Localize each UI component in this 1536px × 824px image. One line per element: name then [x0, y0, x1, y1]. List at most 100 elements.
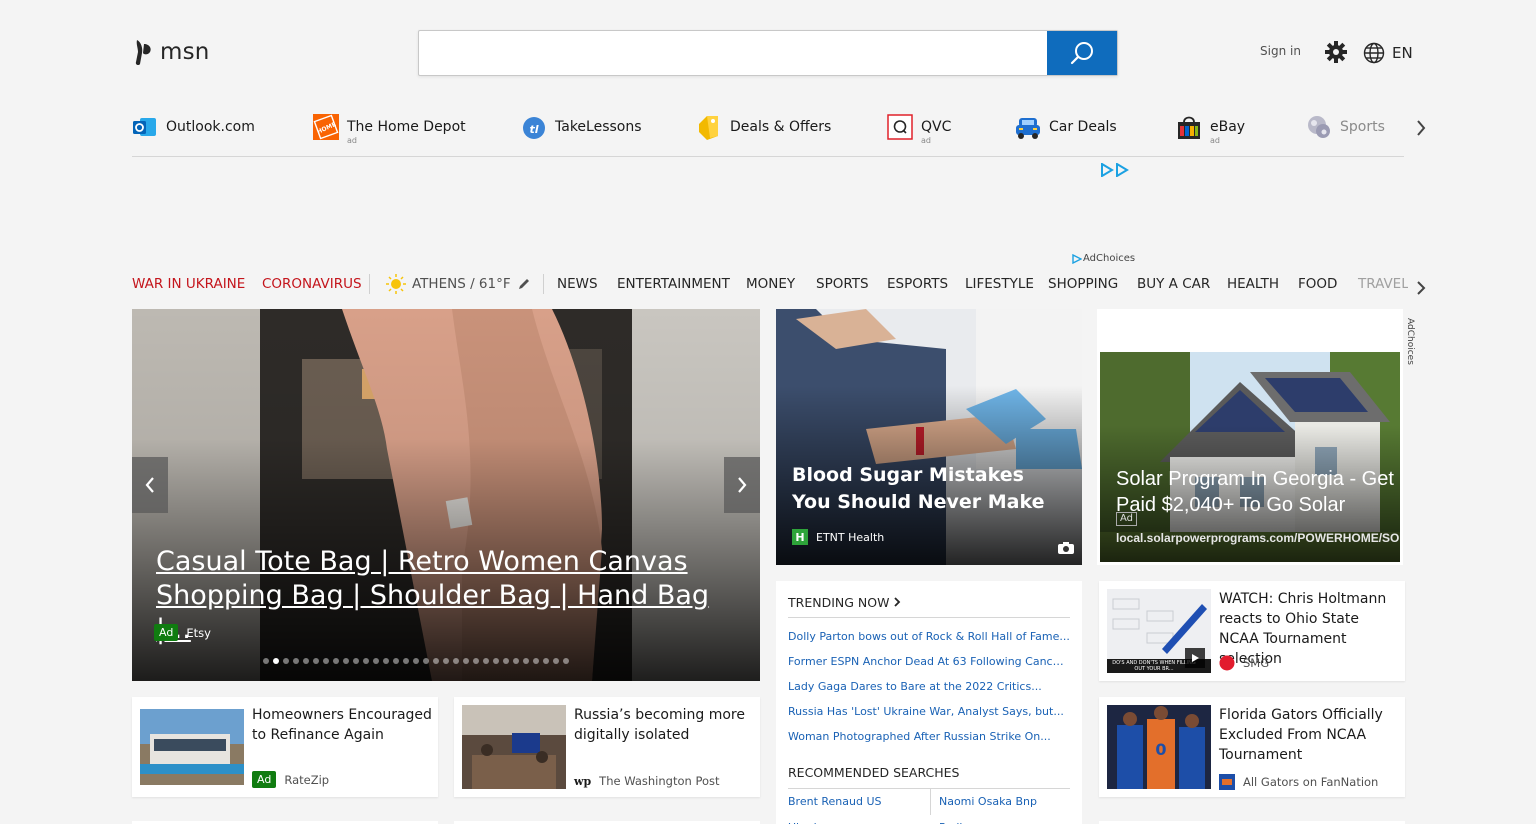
recommended-search-link[interactable]: Naomi Osaka Bnp Parib...	[931, 789, 1070, 824]
nav-shopping[interactable]: SHOPPING	[1048, 276, 1118, 292]
feature-card[interactable]: Blood Sugar Mistakes You Should Never Ma…	[776, 309, 1082, 565]
hero-carousel[interactable]: Casual Tote Bag | Retro Women Canvas Sho…	[132, 309, 760, 681]
quicklinks-next-button[interactable]	[1414, 117, 1428, 143]
nav-sports[interactable]: SPORTS	[816, 276, 869, 292]
carousel-dot[interactable]	[503, 658, 509, 664]
carousel-dot[interactable]	[443, 658, 449, 664]
msn-logo[interactable]: msn	[132, 38, 210, 66]
carousel-dot[interactable]	[413, 658, 419, 664]
article-card[interactable]: DO'S AND DON'TS WHEN FILLING OUT YOUR BR…	[1099, 581, 1405, 681]
ad-marker: ad	[1210, 136, 1220, 145]
carousel-dot[interactable]	[353, 658, 359, 664]
solar-ad-card[interactable]: Solar Program In Georgia - Get Paid $2,0…	[1097, 309, 1403, 565]
carousel-dot[interactable]	[543, 658, 549, 664]
carousel-next-button[interactable]	[724, 457, 760, 513]
nav-lifestyle[interactable]: LIFESTYLE	[965, 276, 1034, 292]
recommended-search-link[interactable]: Brent Renaud US Ukraine	[788, 789, 931, 824]
takelessons-icon: tl	[523, 117, 545, 139]
carousel-prev-button[interactable]	[132, 457, 168, 513]
trending-link[interactable]: Russia Has 'Lost' Ukraine War, Analyst S…	[788, 699, 1070, 724]
play-button[interactable]	[1185, 648, 1205, 668]
quicklink-ebay[interactable]: eBay ad	[1176, 114, 1245, 145]
article-card[interactable]: Russia’s becoming more digitally isolate…	[454, 697, 760, 797]
trending-link[interactable]: Former ESPN Anchor Dead At 63 Following …	[788, 649, 1070, 674]
quicklink-car-deals[interactable]: Car Deals	[1015, 114, 1117, 140]
carousel-dot[interactable]	[493, 658, 499, 664]
svg-text:0: 0	[1155, 740, 1166, 759]
pencil-icon[interactable]	[517, 277, 531, 291]
carousel-dot[interactable]	[523, 658, 529, 664]
sun-icon	[386, 274, 406, 294]
carousel-dot[interactable]	[453, 658, 459, 664]
carousel-dot[interactable]	[363, 658, 369, 664]
logo-text: msn	[160, 39, 210, 65]
feature-image	[776, 309, 1082, 565]
carousel-dot[interactable]	[473, 658, 479, 664]
carousel-dot[interactable]	[533, 658, 539, 664]
carousel-dot[interactable]	[283, 658, 289, 664]
search-input[interactable]	[419, 31, 1047, 75]
carousel-dot[interactable]	[393, 658, 399, 664]
nav-health[interactable]: HEALTH	[1227, 276, 1279, 292]
carousel-dot[interactable]	[313, 658, 319, 664]
carousel-dot[interactable]	[273, 658, 279, 664]
carousel-dot[interactable]	[563, 658, 569, 664]
ad-badge: Ad	[154, 624, 179, 641]
hero-source: Ad Etsy	[154, 624, 211, 641]
nav-next-button[interactable]	[1414, 278, 1428, 302]
quicklink-qvc[interactable]: QVC ad	[887, 114, 951, 145]
ad-choices-vertical-link[interactable]: AdChoices	[1405, 318, 1415, 365]
nav-buy-a-car[interactable]: BUY A CAR	[1137, 276, 1210, 292]
msn-butterfly-icon	[135, 40, 151, 66]
nav-news[interactable]: NEWS	[557, 276, 598, 292]
trending-link[interactable]: Dolly Parton bows out of Rock & Roll Hal…	[788, 624, 1070, 649]
search-button[interactable]	[1047, 31, 1117, 75]
quicklink-home-depot[interactable]: HOME The Home Depot ad	[313, 114, 466, 145]
quicklink-label: Sports	[1340, 119, 1385, 135]
article-title: Russia’s becoming more digitally isolate…	[574, 707, 745, 743]
carousel-dot[interactable]	[383, 658, 389, 664]
ad-choices-triangles-icon[interactable]	[1100, 162, 1130, 181]
quicklink-sports[interactable]: Sports	[1306, 114, 1385, 140]
nav-esports[interactable]: ESPORTS	[887, 276, 948, 292]
nav-coronavirus[interactable]: CORONAVIRUS	[262, 276, 362, 292]
trending-heading[interactable]: TRENDING NOW	[788, 581, 1070, 618]
article-source-name: RateZip	[284, 772, 330, 787]
sign-in-link[interactable]: Sign in	[1260, 44, 1301, 58]
ad-choices-link[interactable]: AdChoices	[1072, 253, 1135, 264]
carousel-dot[interactable]	[513, 658, 519, 664]
carousel-dot[interactable]	[483, 658, 489, 664]
nav-travel[interactable]: TRAVEL	[1358, 276, 1408, 292]
nav-money[interactable]: MONEY	[746, 276, 795, 292]
home-depot-icon: HOME	[313, 114, 339, 140]
nav-war-in-ukraine[interactable]: WAR IN UKRAINE	[132, 276, 245, 292]
ad-marker: ad	[921, 136, 931, 145]
chevron-left-icon	[145, 477, 154, 493]
carousel-dot[interactable]	[403, 658, 409, 664]
quicklink-takelessons[interactable]: tl TakeLessons	[521, 114, 642, 140]
carousel-dot[interactable]	[373, 658, 379, 664]
nav-entertainment[interactable]: ENTERTAINMENT	[617, 276, 730, 292]
carousel-dot[interactable]	[333, 658, 339, 664]
nav-food[interactable]: FOOD	[1298, 276, 1337, 292]
carousel-dot[interactable]	[433, 658, 439, 664]
carousel-dot[interactable]	[303, 658, 309, 664]
carousel-dot[interactable]	[293, 658, 299, 664]
language-selector[interactable]: EN	[1363, 42, 1413, 64]
article-card[interactable]: Homeowners Encouraged to Refinance Again…	[132, 697, 438, 797]
carousel-dot[interactable]	[423, 658, 429, 664]
carousel-dot[interactable]	[553, 658, 559, 664]
quicklink-outlook[interactable]: Outlook.com	[132, 114, 255, 140]
article-card[interactable]: 0 Florida Gators Officially Excluded Fro…	[1099, 697, 1405, 797]
quicklink-deals[interactable]: Deals & Offers	[696, 114, 831, 140]
weather-widget[interactable]: ATHENS / 61°F	[386, 274, 531, 294]
trending-link[interactable]: Woman Photographed After Russian Strike …	[788, 724, 1070, 749]
carousel-dot[interactable]	[323, 658, 329, 664]
carousel-dot[interactable]	[263, 658, 269, 664]
settings-button[interactable]	[1325, 41, 1347, 67]
carousel-dot[interactable]	[463, 658, 469, 664]
hero-headline[interactable]: Casual Tote Bag | Retro Women Canvas Sho…	[156, 545, 736, 647]
chevron-right-icon	[738, 477, 747, 493]
carousel-dot[interactable]	[343, 658, 349, 664]
trending-link[interactable]: Lady Gaga Dares to Bare at the 2022 Crit…	[788, 674, 1070, 699]
